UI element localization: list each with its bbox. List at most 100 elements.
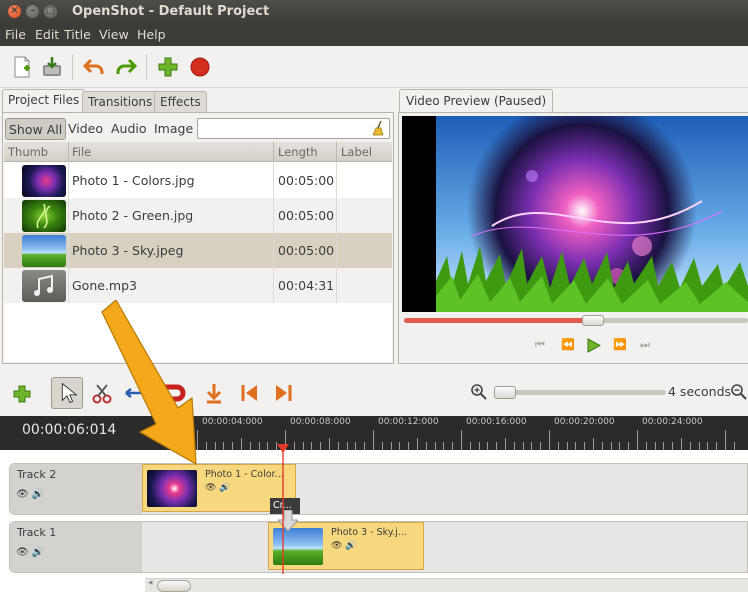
- rewind-icon[interactable]: ⏪: [561, 338, 575, 351]
- ruler-tick: [443, 442, 445, 450]
- previous-marker-icon[interactable]: [233, 377, 265, 409]
- ruler-tick: [232, 442, 234, 450]
- ruler-tick: [733, 442, 735, 450]
- toolbar-separator: [146, 54, 147, 80]
- file-thumbnail: [22, 165, 66, 197]
- fast-forward-icon[interactable]: ⏩: [613, 338, 627, 351]
- file-length: 00:05:00: [278, 243, 335, 258]
- track-name: Track 2: [17, 468, 57, 481]
- play-icon[interactable]: [587, 338, 601, 353]
- record-icon[interactable]: [188, 55, 212, 79]
- menu-file[interactable]: File: [5, 27, 26, 42]
- ruler-tick: [293, 442, 295, 450]
- preview-seek-bar[interactable]: [404, 315, 748, 326]
- ruler-tick: [654, 442, 656, 450]
- undo-icon[interactable]: [82, 55, 106, 79]
- filter-video[interactable]: Video: [65, 118, 106, 140]
- track-2[interactable]: Track 2 👁 🔊: [9, 463, 748, 515]
- ruler-tick: [320, 442, 322, 450]
- new-project-icon[interactable]: [10, 55, 34, 79]
- zoom-in-icon[interactable]: [470, 383, 488, 401]
- ruler-tick: [478, 442, 480, 450]
- playhead[interactable]: [276, 444, 290, 574]
- ruler-tick: [689, 442, 691, 450]
- timeline-horizontal-scrollbar[interactable]: ◂: [145, 578, 748, 592]
- cell-divider: [336, 163, 337, 198]
- file-row[interactable]: Photo 1 - Colors.jpg 00:05:00: [4, 163, 392, 198]
- search-input[interactable]: [197, 118, 390, 139]
- column-thumb[interactable]: Thumb: [8, 145, 48, 159]
- ruler-tick: [258, 442, 260, 450]
- clip-name: Photo 3 - Sky.j...: [331, 527, 407, 538]
- ruler-tick: [452, 442, 454, 450]
- menu-help[interactable]: Help: [137, 27, 166, 42]
- close-window-button[interactable]: ×: [8, 5, 21, 18]
- menu-title[interactable]: Title: [64, 27, 91, 42]
- ruler-tick: [241, 438, 242, 450]
- video-preview: [402, 116, 748, 312]
- scroll-left-icon[interactable]: ◂: [148, 578, 153, 588]
- seek-handle[interactable]: [582, 315, 605, 326]
- go-to-end-icon[interactable]: ⏭: [640, 338, 650, 352]
- filter-image[interactable]: Image: [151, 118, 196, 140]
- maximize-window-button[interactable]: □: [44, 5, 57, 18]
- title-bar: × – □ OpenShot - Default Project: [0, 0, 748, 24]
- track-visibility-icon[interactable]: 👁 🔊: [16, 489, 44, 500]
- tab-project-files[interactable]: Project Files: [2, 89, 86, 113]
- ruler-tick-label: 00:00:04:000: [202, 417, 263, 427]
- cell-divider: [68, 163, 69, 198]
- file-name: Photo 2 - Green.jpg: [72, 208, 194, 223]
- file-row[interactable]: Gone.mp3 00:04:31: [4, 268, 392, 303]
- cell-divider: [273, 163, 274, 198]
- menu-edit[interactable]: Edit: [35, 27, 59, 42]
- ruler-tick: [390, 442, 392, 450]
- clip-visibility-icon[interactable]: 👁 🔊: [331, 541, 357, 551]
- audio-file-icon: [22, 270, 66, 302]
- add-files-icon[interactable]: [156, 55, 180, 79]
- zoom-slider-handle[interactable]: [494, 386, 516, 399]
- tab-effects[interactable]: Effects: [154, 91, 207, 113]
- file-thumbnail: [22, 200, 66, 232]
- track-visibility-icon[interactable]: 👁 🔊: [16, 547, 44, 558]
- tab-transitions[interactable]: Transitions: [82, 91, 159, 113]
- save-project-icon[interactable]: [40, 55, 64, 79]
- ruler-tick: [522, 442, 524, 450]
- ruler-tick: [681, 438, 682, 450]
- redo-icon[interactable]: [114, 55, 138, 79]
- cell-divider: [273, 268, 274, 303]
- column-divider: [68, 142, 69, 162]
- add-track-icon[interactable]: [6, 377, 38, 409]
- scrollbar-handle[interactable]: [157, 580, 191, 592]
- file-list-header: Thumb File Length Label: [4, 142, 392, 162]
- ruler-tick: [505, 438, 506, 450]
- zoom-slider[interactable]: [494, 386, 666, 399]
- minimize-window-button[interactable]: –: [26, 5, 39, 18]
- file-row[interactable]: Photo 2 - Green.jpg 00:05:00: [4, 198, 392, 233]
- cell-divider: [68, 233, 69, 268]
- column-file[interactable]: File: [72, 145, 91, 159]
- file-name: Photo 1 - Colors.jpg: [72, 173, 195, 188]
- ruler-tick: [346, 442, 348, 450]
- file-thumbnail: [22, 235, 66, 267]
- zoom-out-icon[interactable]: [730, 383, 748, 401]
- column-length[interactable]: Length: [278, 145, 318, 159]
- clear-search-icon[interactable]: [373, 121, 385, 136]
- next-marker-icon[interactable]: [268, 377, 300, 409]
- filter-audio[interactable]: Audio: [108, 118, 150, 140]
- clip-visibility-icon[interactable]: 👁 🔊: [205, 483, 231, 493]
- ruler-tick: [496, 442, 498, 450]
- file-row-selected[interactable]: Photo 3 - Sky.jpeg 00:05:00: [4, 233, 392, 268]
- ruler-tick: [469, 442, 471, 450]
- ruler-tick-label: 00:00:12:000: [378, 417, 439, 427]
- filter-show-all[interactable]: Show All: [5, 118, 67, 140]
- arrow-tool-icon[interactable]: [51, 377, 83, 409]
- tab-video-preview[interactable]: Video Preview (Paused): [399, 89, 554, 114]
- ruler-tick: [434, 442, 436, 450]
- go-to-start-icon[interactable]: ⏮: [535, 338, 545, 352]
- cell-divider: [336, 268, 337, 303]
- ruler-tick: [399, 442, 401, 450]
- ruler-tick: [566, 442, 568, 450]
- column-label[interactable]: Label: [341, 145, 372, 159]
- menu-view[interactable]: View: [99, 27, 129, 42]
- track-header: Track 2 👁 🔊: [10, 464, 142, 514]
